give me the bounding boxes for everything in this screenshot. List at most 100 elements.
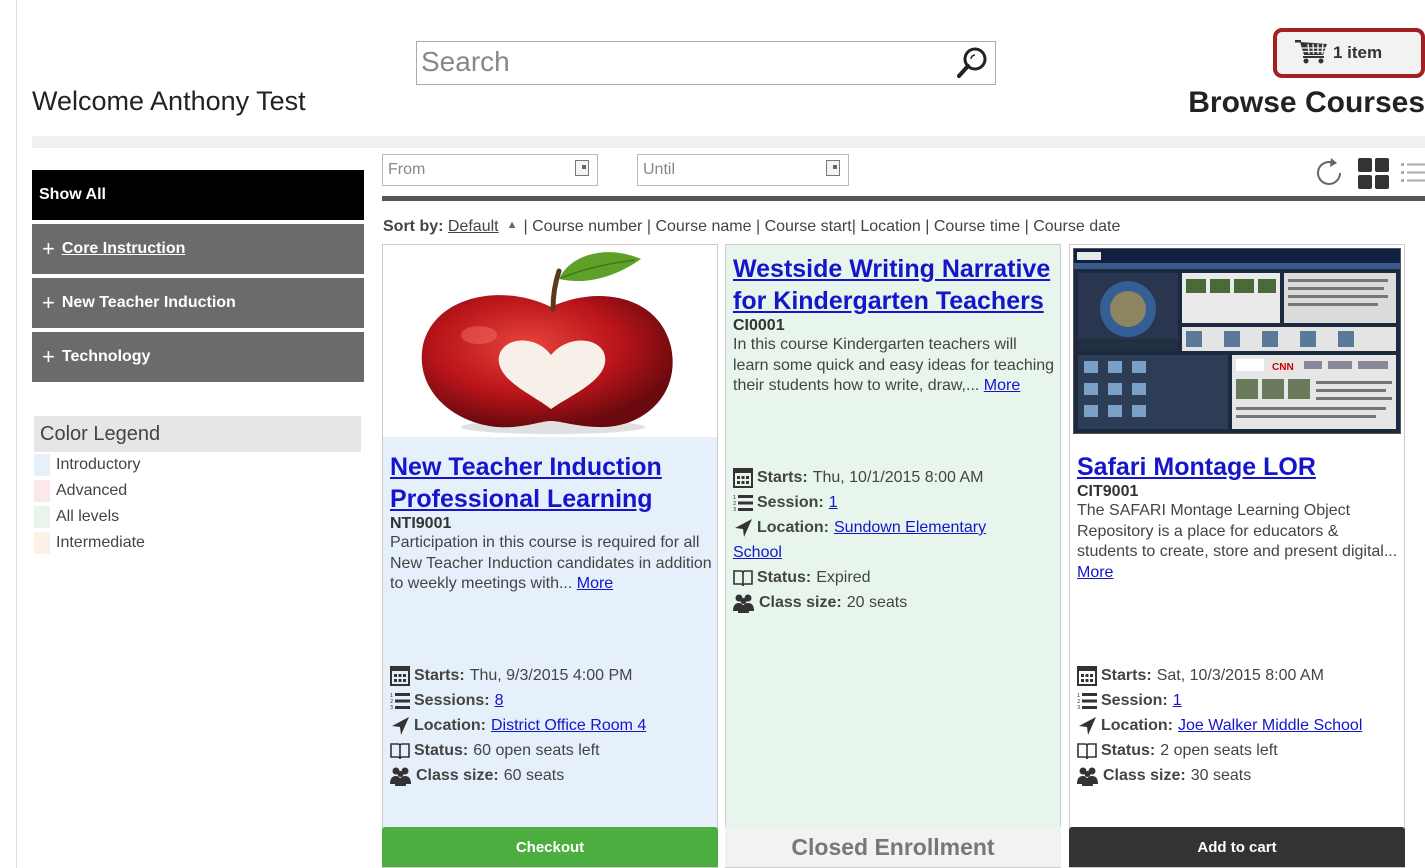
class-size-value: 30 seats xyxy=(1190,767,1252,784)
course-title-link[interactable]: Safari Montage LOR xyxy=(1077,451,1399,483)
location-arrow-icon xyxy=(1079,716,1096,735)
location-label: Location: xyxy=(1101,717,1173,734)
sort-option-default[interactable]: Default xyxy=(448,218,499,235)
until-date-field[interactable]: Until xyxy=(637,154,849,186)
class-size-label: Class size: xyxy=(759,594,842,611)
cart-count-label: 1 item xyxy=(1333,43,1383,62)
expand-plus-icon[interactable]: + xyxy=(42,346,55,368)
location-link[interactable]: Sundown Elementary xyxy=(834,515,986,540)
sort-option-course-name[interactable]: Course name xyxy=(655,218,751,235)
status-value: Expired xyxy=(816,569,871,586)
course-status: Status: 60 open seats left xyxy=(390,738,716,763)
course-code: CIT9001 xyxy=(1077,483,1139,500)
course-meta: Starts: Sat, 10/3/2015 8:00 AM 123 Sessio… xyxy=(1077,663,1403,788)
closed-enrollment-label: Closed Enrollment xyxy=(725,827,1061,867)
location-link[interactable]: District Office Room 4 xyxy=(491,713,646,738)
sidebar-item-label[interactable]: Core Instruction xyxy=(62,240,186,258)
svg-text:3: 3 xyxy=(390,705,393,711)
sidebar-item-show-all[interactable]: Show All xyxy=(32,170,364,220)
status-label: Status: xyxy=(1101,742,1156,759)
category-sidebar: Show All + Core Instruction + New Teache… xyxy=(32,170,364,386)
course-meta: Starts: Thu, 9/3/2015 4:00 PM 123 Session… xyxy=(390,663,716,788)
sessions-label: Sessions: xyxy=(414,692,490,709)
expand-plus-icon[interactable]: + xyxy=(42,238,55,260)
from-date-field[interactable]: From xyxy=(382,154,598,186)
location-label: Location: xyxy=(414,717,486,734)
more-link[interactable]: More xyxy=(1077,564,1113,581)
checkout-button[interactable]: Checkout xyxy=(382,827,718,867)
course-sessions: 123 Session: 1 xyxy=(733,490,1059,515)
search-input[interactable] xyxy=(417,42,937,82)
sidebar-item-new-teacher-induction[interactable]: + New Teacher Induction xyxy=(32,278,364,328)
course-description: Participation in this course is required… xyxy=(390,533,712,595)
course-title-link[interactable]: New Teacher Induction Professional Learn… xyxy=(390,451,712,515)
sort-option-course-date[interactable]: Course date xyxy=(1033,218,1120,235)
sessions-label: Session: xyxy=(757,494,824,511)
sort-ascending-icon[interactable]: ▲ xyxy=(507,219,518,231)
users-icon xyxy=(1077,767,1098,786)
course-info: Safari Montage LOR CIT9001 The SAFARI Mo… xyxy=(1077,451,1399,583)
numbered-list-icon: 123 xyxy=(390,692,410,711)
cart-button[interactable]: 1 item xyxy=(1273,28,1425,78)
search-icon[interactable] xyxy=(955,46,989,80)
sessions-link[interactable]: 1 xyxy=(829,490,838,515)
location-arrow-icon xyxy=(392,716,409,735)
grid-view-icon[interactable] xyxy=(1357,156,1391,195)
view-tools xyxy=(1313,156,1425,195)
calendar-icon xyxy=(733,467,753,488)
add-to-cart-button[interactable]: Add to cart xyxy=(1069,827,1405,867)
sort-option-location[interactable]: Location xyxy=(860,218,921,235)
starts-value: Sat, 10/3/2015 8:00 AM xyxy=(1156,667,1324,684)
legend-item: Introductory xyxy=(34,452,361,478)
page-title: Browse Courses xyxy=(1188,86,1425,119)
search-box[interactable] xyxy=(416,41,996,85)
sort-separator: | xyxy=(851,218,856,235)
sort-separator: | xyxy=(1024,218,1029,235)
legend-label: Introductory xyxy=(56,456,141,473)
users-icon xyxy=(733,594,754,613)
sort-separator: | xyxy=(925,218,930,235)
location-link[interactable]: Joe Walker Middle School xyxy=(1178,713,1362,738)
sidebar-item-technology[interactable]: + Technology xyxy=(32,332,364,382)
location-link[interactable]: School xyxy=(733,544,782,561)
more-link[interactable]: More xyxy=(577,575,613,592)
numbered-list-icon: 123 xyxy=(733,494,753,513)
status-label: Status: xyxy=(414,742,469,759)
date-filter-bar: From Until xyxy=(382,154,1425,192)
course-starts: Starts: Thu, 9/3/2015 4:00 PM xyxy=(390,663,716,688)
sessions-label: Session: xyxy=(1101,692,1168,709)
course-class-size: Class size: 30 seats xyxy=(1077,763,1403,788)
sidebar-item-core-instruction[interactable]: + Core Instruction xyxy=(32,224,364,274)
sort-separator: | xyxy=(755,218,761,235)
legend-swatch xyxy=(34,532,50,554)
sessions-link[interactable]: 1 xyxy=(1173,688,1182,713)
sessions-link[interactable]: 8 xyxy=(495,688,504,713)
calendar-icon[interactable] xyxy=(826,160,840,176)
course-title-link[interactable]: Westside Writing Narrative for Kindergar… xyxy=(733,253,1055,317)
svg-text:CNN: CNN xyxy=(1272,362,1294,373)
starts-value: Thu, 9/3/2015 4:00 PM xyxy=(469,667,633,684)
shopping-cart-icon xyxy=(1295,38,1333,69)
sort-option-course-time[interactable]: Course time xyxy=(934,218,1020,235)
sort-option-course-start[interactable]: Course start xyxy=(765,218,852,235)
course-sessions: 123 Session: 1 xyxy=(1077,688,1403,713)
book-icon xyxy=(733,569,753,586)
course-info: Westside Writing Narrative for Kindergar… xyxy=(733,253,1055,397)
class-size-label: Class size: xyxy=(1103,767,1186,784)
class-size-value: 60 seats xyxy=(503,767,565,784)
sidebar-item-label: Show All xyxy=(39,186,106,203)
course-location: Location: District Office Room 4 xyxy=(390,713,716,738)
course-location: Location: Sundown Elementary xyxy=(733,515,1059,540)
course-meta: Starts: Thu, 10/1/2015 8:00 AM 123 Sessio… xyxy=(733,465,1059,615)
legend-swatch xyxy=(34,506,50,528)
calendar-icon[interactable] xyxy=(575,160,589,176)
expand-plus-icon[interactable]: + xyxy=(42,292,55,314)
sort-option-course-number[interactable]: Course number xyxy=(532,218,642,235)
refresh-icon[interactable] xyxy=(1313,156,1347,195)
color-legend: Color Legend Introductory Advanced All l… xyxy=(34,416,361,556)
list-view-icon[interactable] xyxy=(1401,156,1425,195)
more-link[interactable]: More xyxy=(984,377,1020,394)
course-card: Westside Writing Narrative for Kindergar… xyxy=(725,244,1061,868)
svg-text:3: 3 xyxy=(733,507,736,513)
class-size-label: Class size: xyxy=(416,767,499,784)
